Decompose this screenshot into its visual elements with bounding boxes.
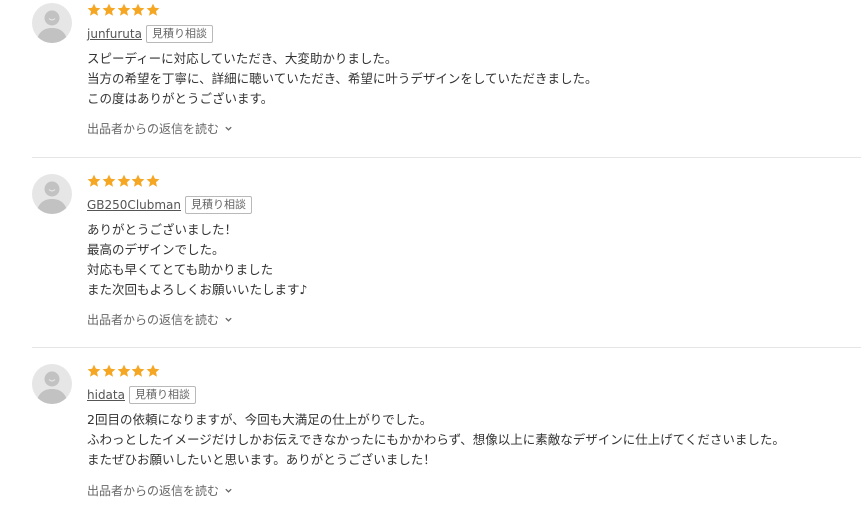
star-icon [146, 174, 160, 187]
read-seller-reply-link[interactable]: 出品者からの返信を読む [87, 482, 233, 499]
reviewer-row: hidata 見積り相談 [87, 385, 196, 405]
review-line: 対応も早くてとても助かりました [87, 262, 274, 277]
star-rating [87, 3, 161, 19]
default-user-avatar-icon [36, 181, 68, 214]
reply-link-label: 出品者からの返信を読む [87, 313, 220, 327]
chevron-down-icon [225, 488, 232, 493]
review-line: ふわっとしたイメージだけしかお伝えできなかったにもかかわらず、想像以上に素敵なデ… [87, 432, 785, 447]
review-text: 2回目の依頼になりますが、今回も大満足の仕上がりでした。 ふわっとしたイメージだ… [87, 410, 785, 470]
star-icon [87, 3, 101, 16]
reviewer-row: junfuruta 見積り相談 [87, 24, 213, 44]
star-icon [87, 174, 101, 187]
user-avatar[interactable] [32, 174, 72, 214]
estimate-consult-badge: 見積り相談 [145, 25, 213, 43]
reviewer-name-link[interactable]: hidata [87, 388, 125, 402]
review-text: スピーディーに対応していただき、大変助かりました。 当方の希望を丁寧に、詳細に聴… [87, 49, 598, 109]
review-line: 2回目の依頼になりますが、今回も大満足の仕上がりでした。 [87, 412, 433, 427]
review-item: junfuruta 見積り相談 スピーディーに対応していただき、大変助かりました… [0, 0, 861, 157]
reviewer-name-link[interactable]: junfuruta [87, 27, 142, 41]
star-icon [131, 3, 145, 16]
review-line: この度はありがとうございます。 [87, 91, 274, 106]
review-line: ありがとうございました！ [87, 222, 238, 237]
default-user-avatar-icon [36, 10, 68, 43]
star-icon [117, 3, 130, 16]
reply-link-label: 出品者からの返信を読む [87, 484, 220, 498]
star-icon [117, 174, 130, 187]
star-icon [117, 364, 130, 377]
user-avatar[interactable] [32, 364, 72, 404]
default-user-avatar-icon [36, 371, 68, 404]
review-line: 最高のデザインでした。 [87, 242, 225, 257]
star-icon [102, 3, 116, 16]
star-rating [87, 364, 161, 380]
star-icon [131, 364, 145, 377]
review-line: また次回もよろしくお願いいたします♪ [87, 282, 308, 297]
star-rating [87, 174, 161, 190]
review-item: GB250Clubman 見積り相談 ありがとうございました！ 最高のデザインで… [0, 158, 861, 347]
review-text: ありがとうございました！ 最高のデザインでした。 対応も早くてとても助かりました… [87, 220, 307, 300]
chevron-down-icon [225, 317, 232, 322]
review-item: hidata 見積り相談 2回目の依頼になりますが、今回も大満足の仕上がりでした… [0, 348, 861, 507]
star-icon [102, 174, 116, 187]
reviewer-row: GB250Clubman 見積り相談 [87, 195, 253, 215]
review-line: 当方の希望を丁寧に、詳細に聴いていただき、希望に叶うデザインをしていただきました… [87, 71, 598, 86]
read-seller-reply-link[interactable]: 出品者からの返信を読む [87, 120, 233, 137]
chevron-down-icon [225, 126, 232, 131]
star-icon [102, 364, 116, 377]
star-icon [146, 364, 160, 377]
read-seller-reply-link[interactable]: 出品者からの返信を読む [87, 311, 233, 328]
reviewer-name-link[interactable]: GB250Clubman [87, 198, 181, 212]
estimate-consult-badge: 見積り相談 [128, 386, 196, 404]
reply-link-label: 出品者からの返信を読む [87, 122, 220, 136]
star-icon [87, 364, 101, 377]
review-line: スピーディーに対応していただき、大変助かりました。 [87, 51, 398, 66]
user-avatar[interactable] [32, 3, 72, 43]
estimate-consult-badge: 見積り相談 [185, 196, 253, 214]
star-icon [131, 174, 145, 187]
review-line: またぜひお願いしたいと思います。ありがとうございました！ [87, 452, 436, 467]
star-icon [146, 3, 160, 16]
